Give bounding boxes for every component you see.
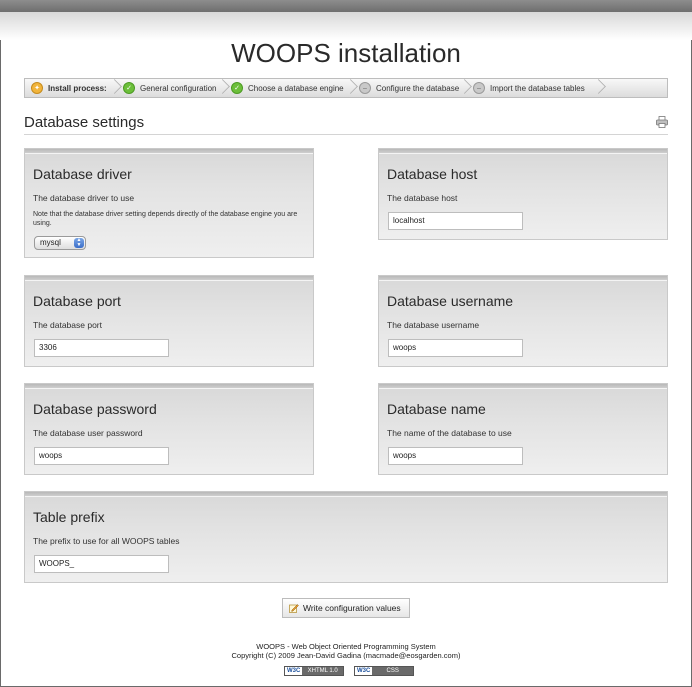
panel-database-driver: Database driver The database driver to u…: [24, 148, 314, 258]
badge-left: W3C: [285, 667, 303, 675]
database-host-input[interactable]: localhost: [388, 212, 523, 230]
top-bar: [0, 0, 692, 12]
pending-icon: –: [473, 82, 485, 94]
footer-line-1: WOOPS - Web Object Oriented Programming …: [256, 642, 436, 651]
panel-title: Database name: [387, 401, 486, 417]
database-name-input[interactable]: woops: [388, 447, 523, 465]
select-arrows-icon: ▲ ▼: [74, 238, 84, 248]
panel-description: The database driver to use: [33, 193, 135, 203]
badge-right: CSS: [372, 667, 413, 675]
breadcrumb-item-general[interactable]: ✓ General configuration: [117, 79, 230, 97]
panel-title: Database password: [33, 401, 157, 417]
panel-database-name: Database name The name of the database t…: [378, 383, 668, 475]
panel-title: Database driver: [33, 166, 132, 182]
page-title: WOOPS installation: [231, 38, 461, 68]
panel-title: Database host: [387, 166, 478, 182]
xhtml-validator-badge[interactable]: W3C XHTML 1.0: [284, 666, 344, 676]
panel-description: The name of the database to use: [387, 428, 512, 438]
breadcrumb-item-import[interactable]: – Import the database tables: [467, 79, 606, 97]
check-icon: ✓: [231, 82, 243, 94]
breadcrumb-item-configure[interactable]: – Configure the database: [353, 79, 472, 97]
footer-line-2: Copyright (C) 2009 Jean-David Gadina (ma…: [231, 651, 461, 660]
panel-title: Table prefix: [33, 509, 105, 525]
panel-description: The prefix to use for all WOOPS tables: [33, 536, 180, 546]
database-port-input[interactable]: 3306: [34, 339, 169, 357]
panel-description: The database port: [33, 320, 102, 330]
breadcrumb-label: Install process:: [48, 83, 107, 93]
panel-database-password: Database password The database user pass…: [24, 383, 314, 475]
panel-description: The database user password: [33, 428, 143, 438]
panel-database-username: Database username The database username …: [378, 275, 668, 367]
breadcrumb-label: Configure the database: [376, 83, 460, 93]
panel-description: The database host: [387, 193, 458, 203]
badge-right: XHTML 1.0: [302, 667, 343, 675]
badge-left: W3C: [355, 667, 373, 675]
panel-title: Database port: [33, 293, 121, 309]
write-configuration-button[interactable]: Write configuration values: [282, 598, 410, 618]
panel-table-prefix: Table prefix The prefix to use for all W…: [24, 491, 668, 583]
breadcrumb-item-engine[interactable]: ✓ Choose a database engine: [225, 79, 358, 97]
database-password-input[interactable]: woops: [34, 447, 169, 465]
check-icon: ✓: [123, 82, 135, 94]
section-title: Database settings: [24, 114, 145, 131]
panel-note: Note that the database driver setting de…: [33, 211, 298, 227]
breadcrumb-label: Choose a database engine: [248, 83, 344, 93]
database-username-input[interactable]: woops: [388, 339, 523, 357]
pencil-icon: [289, 604, 299, 613]
panel-description: The database username: [387, 320, 480, 330]
database-driver-select[interactable]: mysql ▲ ▼: [34, 236, 86, 250]
install-icon: ✦: [31, 82, 43, 94]
breadcrumb-label: General configuration: [140, 83, 217, 93]
breadcrumb-label: Import the database tables: [490, 83, 585, 93]
panel-title: Database username: [387, 293, 514, 309]
header-gradient: [0, 12, 692, 40]
breadcrumb: ✦ Install process: ✓ General configurati…: [24, 78, 668, 98]
button-label: Write configuration values: [303, 603, 401, 613]
table-prefix-input[interactable]: WOOPS_: [34, 555, 169, 573]
panel-database-host: Database host The database host localhos…: [378, 148, 668, 240]
window-border-left: [0, 0, 1, 687]
breadcrumb-item-install: ✦ Install process:: [25, 79, 122, 97]
section-divider: [24, 134, 668, 135]
select-value: mysql: [40, 238, 61, 247]
css-validator-badge[interactable]: W3C CSS: [354, 666, 414, 676]
pending-icon: –: [359, 82, 371, 94]
print-icon[interactable]: [656, 116, 668, 128]
panel-database-port: Database port The database port 3306: [24, 275, 314, 367]
